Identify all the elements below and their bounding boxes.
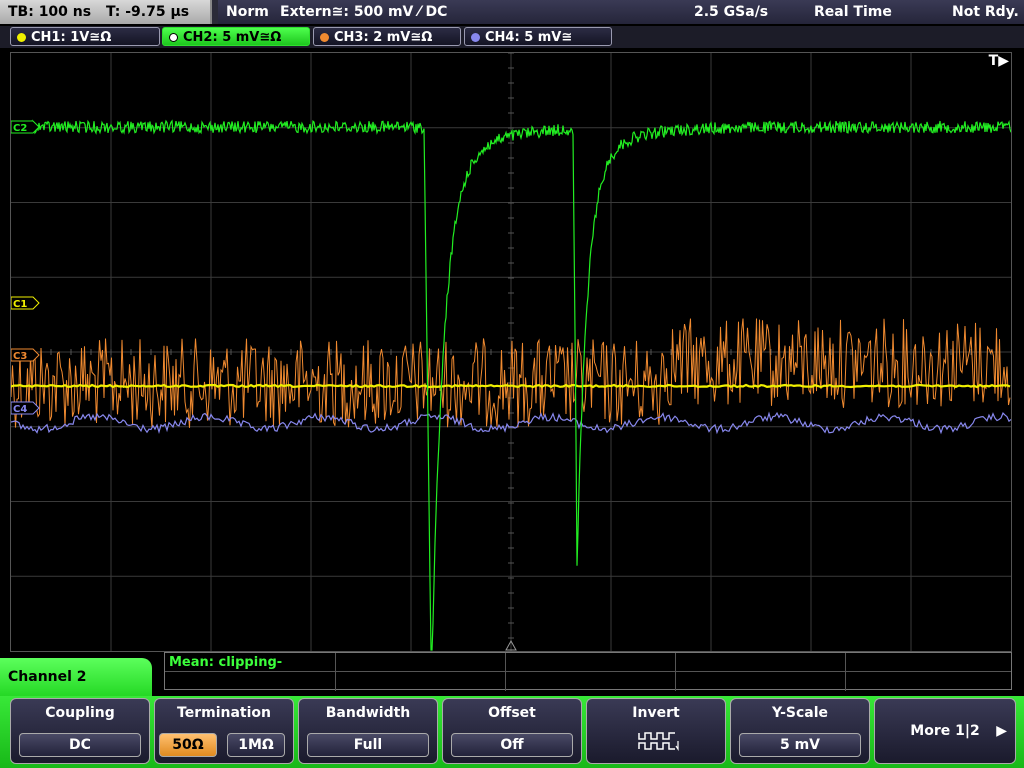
yscale-softkey[interactable]: Y-Scale 5 mV <box>730 698 870 764</box>
meas-separator <box>505 653 506 691</box>
meas-separator <box>335 653 336 691</box>
yscale-label: Y-Scale <box>771 705 828 721</box>
more-label: More 1|2 <box>910 723 980 739</box>
termination-label: Termination <box>177 705 271 721</box>
ch4-label: CH4: 5 mV≅ <box>485 30 573 45</box>
trigger-panel[interactable]: Norm Extern≅: 500 mV ⁄ DC 2.5 GSa/s Real… <box>218 0 1024 24</box>
ch1-color-icon <box>17 33 26 42</box>
channel-offset-label: C4 <box>13 404 27 415</box>
acquisition-status: Not Rdy. <box>952 4 1019 20</box>
ch3-label: CH3: 2 mV≅Ω <box>334 30 433 45</box>
channel-offset-label: C1 <box>13 299 27 310</box>
ch4-color-icon <box>471 33 480 42</box>
trigger-position-marker: T▶ <box>988 53 1009 69</box>
coupling-value[interactable]: DC <box>19 733 141 757</box>
trigger-mode: Norm <box>226 4 269 20</box>
meas-separator <box>845 653 846 691</box>
meas-separator <box>675 653 676 691</box>
waveform-display[interactable]: C2 C1 C3 C4 T▶ <box>10 52 1012 652</box>
more-softkey[interactable]: More 1|2 ▶ <box>874 698 1016 764</box>
invert-softkey[interactable]: Invert <box>586 698 726 764</box>
sample-rate: 2.5 GSa/s <box>694 4 769 20</box>
tab-ch4[interactable]: CH4: 5 mV≅ <box>464 27 612 46</box>
yscale-value[interactable]: 5 mV <box>739 733 861 757</box>
ch1-trace <box>11 383 1011 389</box>
acquisition-mode: Real Time <box>814 4 892 20</box>
termination-1mohm-option[interactable]: 1MΩ <box>227 733 285 757</box>
timebase-value: TB: 100 ns <box>8 4 92 20</box>
arrow-right-icon: ▶ <box>996 723 1007 739</box>
ch2-label: CH2: 5 mV≅Ω <box>183 30 282 45</box>
termination-softkey[interactable]: Termination 50Ω 1MΩ <box>154 698 294 764</box>
offset-value[interactable]: Off <box>451 733 573 757</box>
tab-ch3[interactable]: CH3: 2 mV≅Ω <box>313 27 461 46</box>
tab-ch1[interactable]: CH1: 1V≅Ω <box>10 27 160 46</box>
menu-title: Channel 2 <box>0 658 152 698</box>
invert-label: Invert <box>632 705 680 721</box>
measurement-divider <box>165 671 1011 672</box>
trigger-source: Extern≅: 500 mV ⁄ DC <box>280 4 448 20</box>
status-bar: TB: 100 ns T: -9.75 µs Norm Extern≅: 500… <box>0 0 1024 24</box>
tab-ch2[interactable]: CH2: 5 mV≅Ω <box>162 27 310 46</box>
channel-tabs: CH1: 1V≅Ω CH2: 5 mV≅Ω CH3: 2 mV≅Ω CH4: 5… <box>0 26 1024 48</box>
coupling-softkey[interactable]: Coupling DC <box>10 698 150 764</box>
ch3-color-icon <box>320 33 329 42</box>
softkey-bar: Coupling DC Termination 50Ω 1MΩ Bandwidt… <box>0 696 1024 768</box>
offset-softkey[interactable]: Offset Off <box>442 698 582 764</box>
bandwidth-label: Bandwidth <box>325 705 411 721</box>
timebase-panel[interactable]: TB: 100 ns T: -9.75 µs <box>0 0 212 24</box>
ch2-color-icon <box>169 33 178 42</box>
ch1-label: CH1: 1V≅Ω <box>31 30 112 45</box>
trigger-time-value: T: -9.75 µs <box>105 4 190 20</box>
coupling-label: Coupling <box>45 705 115 721</box>
waveform-canvas[interactable]: C2 C1 C3 C4 <box>11 53 1011 651</box>
invert-waveform-icon <box>638 732 679 751</box>
channel-offset-label: C3 <box>13 351 27 362</box>
measurement-panel: Mean: clipping- <box>164 652 1012 691</box>
termination-50ohm-option[interactable]: 50Ω <box>159 733 217 757</box>
measurement-mean: Mean: clipping- <box>169 655 283 670</box>
bandwidth-value[interactable]: Full <box>307 733 429 757</box>
offset-label: Offset <box>488 705 536 721</box>
channel-offset-label: C2 <box>13 123 27 134</box>
bandwidth-softkey[interactable]: Bandwidth Full <box>298 698 438 764</box>
